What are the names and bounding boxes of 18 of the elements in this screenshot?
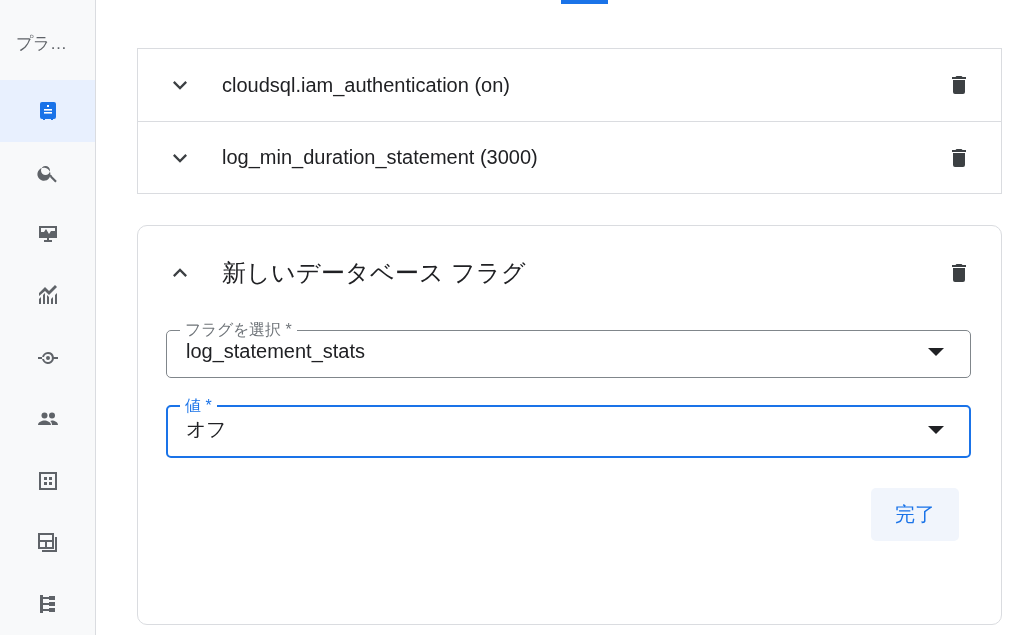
field-value: オフ [186,417,227,442]
flag-row[interactable]: cloudsql.iam_authentication (on) [138,49,1001,121]
field-label: フラグを選択 * [184,320,293,340]
field-value: log_statement_stats [186,340,366,363]
select-field[interactable]: 値 * オフ [166,396,971,458]
dropdown-arrow-icon[interactable] [928,347,944,356]
field-label: 値 * [184,396,213,416]
layers-icon [35,530,60,555]
sidebar-item[interactable] [0,80,95,142]
flag-label: cloudsql.iam_authentication (on) [222,73,511,97]
card-title: 新しいデータベース フラグ [222,258,527,288]
flag-row[interactable]: log_min_duration_statement (3000) [138,121,1001,193]
done-button[interactable]: 完了 [871,488,959,541]
dropdown-arrow-icon[interactable] [928,425,944,434]
select-field[interactable]: フラグを選択 * log_statement_stats [166,320,971,378]
tab-indicator [561,0,608,4]
flag-label: log_min_duration_statement (3000) [222,146,539,169]
sidebar-title: プラ… [15,33,68,55]
